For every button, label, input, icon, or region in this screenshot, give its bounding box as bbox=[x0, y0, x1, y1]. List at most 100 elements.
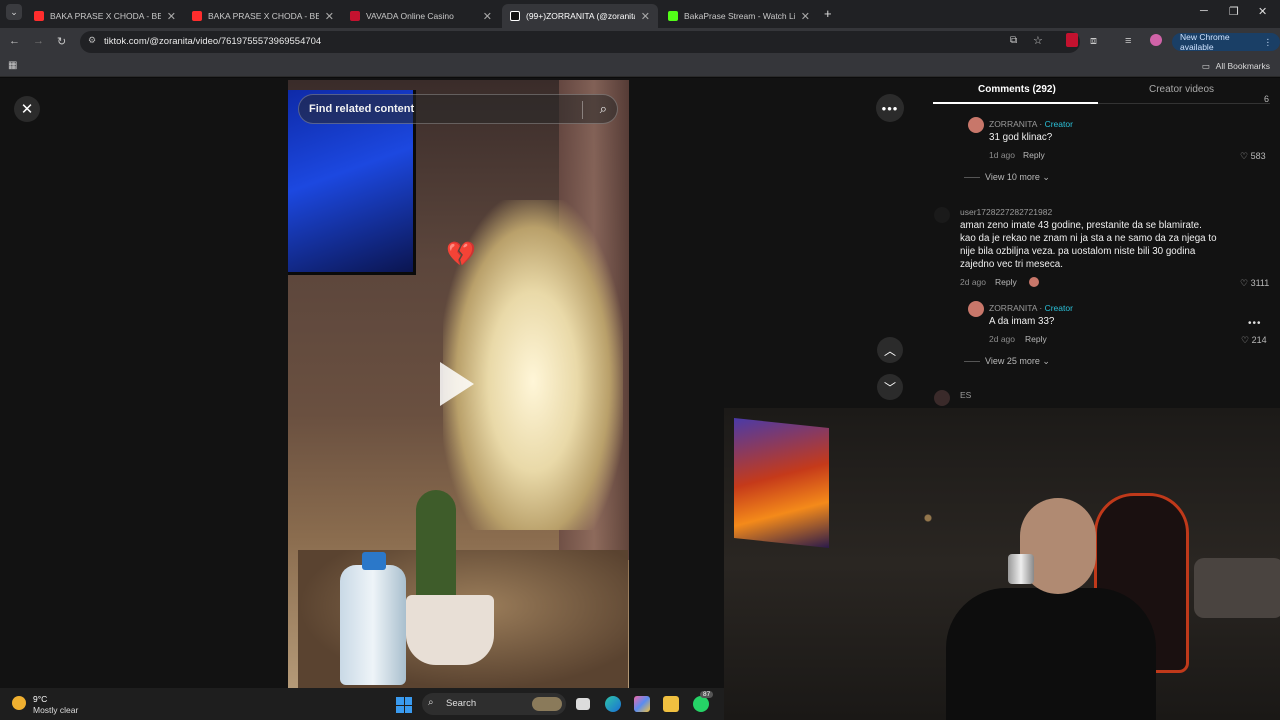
close-tab-icon[interactable]: ✕ bbox=[325, 10, 334, 23]
play-icon[interactable] bbox=[440, 362, 474, 406]
weather-temperature[interactable]: 9°C bbox=[33, 694, 47, 704]
browser-toolbar: ← → ↻ ⚙ tiktok.com/@zoranita/video/76197… bbox=[0, 28, 1280, 56]
previous-video-button[interactable]: ︿ bbox=[877, 337, 903, 363]
youtube-icon bbox=[192, 11, 202, 21]
close-tab-icon[interactable]: ✕ bbox=[801, 10, 810, 23]
comment-username[interactable]: ES bbox=[960, 390, 971, 400]
minimize-icon[interactable]: ─ bbox=[1200, 5, 1208, 17]
apps-grid-icon[interactable]: ▦ bbox=[8, 60, 17, 71]
taskbar-search[interactable]: ⌕ Search bbox=[422, 693, 566, 715]
comment-username[interactable]: user1728227282721982 bbox=[960, 207, 1052, 217]
forward-icon[interactable]: → bbox=[33, 35, 44, 47]
all-bookmarks-label: All Bookmarks bbox=[1215, 61, 1270, 71]
avatar[interactable] bbox=[968, 301, 984, 317]
profile-avatar-icon[interactable] bbox=[1150, 34, 1162, 46]
reply-button[interactable]: Reply bbox=[995, 277, 1017, 287]
avatar[interactable] bbox=[968, 117, 984, 133]
task-view-icon[interactable] bbox=[576, 698, 590, 710]
close-window-icon[interactable]: ✕ bbox=[1258, 5, 1267, 18]
next-video-button[interactable]: ﹀ bbox=[877, 374, 903, 400]
find-related-content-search[interactable]: Find related content ⌕ bbox=[298, 94, 618, 124]
view-more-line bbox=[964, 177, 980, 178]
browser-tab-1[interactable]: BAKA PRASE X CHODA - BETMI ✕ bbox=[26, 4, 184, 28]
search-placeholder: Find related content bbox=[309, 103, 415, 115]
comment-username[interactable]: ZORRANITA · Creator bbox=[989, 303, 1073, 313]
more-options-button[interactable]: ••• bbox=[876, 94, 904, 122]
webcam-scene-sofa bbox=[1194, 558, 1280, 618]
restore-icon[interactable]: ❐ bbox=[1229, 5, 1239, 18]
browser-tab-2[interactable]: BAKA PRASE X CHODA - BETMI ✕ bbox=[184, 4, 342, 28]
vavada-icon bbox=[350, 11, 360, 21]
address-bar[interactable]: ⚙ tiktok.com/@zoranita/video/76197555739… bbox=[80, 31, 1080, 53]
like-button[interactable]: ♡ 3111 bbox=[1240, 278, 1269, 289]
streamer-webcam bbox=[724, 408, 1280, 720]
tab-comments[interactable]: Comments (292) bbox=[978, 84, 1056, 95]
extensions-puzzle-icon[interactable]: ⧈ bbox=[1090, 35, 1097, 48]
windows-taskbar: 9°C Mostly clear ⌕ Search 87 bbox=[0, 688, 724, 720]
avatar[interactable] bbox=[934, 390, 950, 406]
tab-title: BakaPrase Stream - Watch Live bbox=[684, 11, 795, 21]
comment-text-line: kao da je rekao ne znam ni ja sta a ne s… bbox=[960, 233, 1217, 244]
view-more-replies-button[interactable]: View 10 more ⌄ bbox=[985, 172, 1050, 183]
creator-liked-avatar-icon bbox=[1029, 277, 1039, 287]
comment-text-line: aman zeno imate 43 godine, prestanite da… bbox=[960, 220, 1202, 231]
copilot-icon[interactable] bbox=[634, 696, 650, 712]
new-tab-icon[interactable]: + bbox=[824, 6, 832, 21]
all-bookmarks-link[interactable]: ▭ All Bookmarks bbox=[1202, 61, 1270, 72]
whatsapp-icon[interactable] bbox=[693, 696, 709, 712]
video-scene-bottle-cap bbox=[362, 552, 386, 570]
windows-start-icon[interactable] bbox=[396, 697, 412, 713]
avatar[interactable] bbox=[934, 207, 950, 223]
bookmark-star-icon[interactable]: ☆ bbox=[1033, 34, 1043, 47]
browser-tab-strip: ⌄ BAKA PRASE X CHODA - BETMI ✕ BAKA PRAS… bbox=[0, 0, 1280, 28]
like-button[interactable]: ♡ 214 bbox=[1241, 335, 1267, 346]
browser-tab-5[interactable]: BakaPrase Stream - Watch Live ✕ bbox=[660, 4, 818, 28]
broken-heart-emoji: 💔 bbox=[446, 241, 476, 268]
tab-divider bbox=[1098, 103, 1270, 104]
chevron-down-icon: ﹀ bbox=[883, 380, 896, 395]
video-scene-cactus bbox=[416, 490, 456, 610]
close-tab-icon[interactable]: ✕ bbox=[641, 10, 650, 23]
browser-tab-3[interactable]: VAVADA Online Casino ✕ bbox=[342, 4, 500, 28]
folder-icon: ▭ bbox=[1201, 61, 1210, 71]
whatsapp-badge: 87 bbox=[700, 691, 714, 698]
comment-time: 2d ago bbox=[989, 334, 1015, 344]
close-tab-icon[interactable]: ✕ bbox=[483, 10, 492, 23]
webcam-scene-person bbox=[946, 588, 1156, 720]
tab-list-dropdown-icon[interactable]: ⌄ bbox=[6, 4, 22, 20]
comment-more-icon[interactable]: ••• bbox=[1248, 318, 1262, 329]
active-tab-underline bbox=[933, 102, 1098, 104]
search-icon[interactable]: ⌕ bbox=[600, 101, 607, 117]
reload-icon[interactable]: ↻ bbox=[57, 35, 66, 48]
site-info-icon[interactable]: ⚙ bbox=[88, 35, 96, 46]
tab-creator-videos[interactable]: Creator videos bbox=[1149, 84, 1214, 95]
comment-username[interactable]: ZORRANITA · Creator bbox=[989, 119, 1073, 129]
close-tab-icon[interactable]: ✕ bbox=[167, 10, 176, 23]
file-explorer-icon[interactable] bbox=[663, 696, 679, 712]
install-app-icon[interactable]: ⧉ bbox=[1010, 35, 1017, 46]
reply-button[interactable]: Reply bbox=[1025, 334, 1047, 344]
browser-tab-4-active[interactable]: (99+)ZORRANITA (@zoranita) | ✕ bbox=[502, 4, 658, 28]
tab-title: BAKA PRASE X CHODA - BETMI bbox=[50, 11, 161, 21]
tab-title: VAVADA Online Casino bbox=[366, 11, 454, 21]
weather-icon[interactable] bbox=[12, 696, 26, 710]
view-more-replies-button[interactable]: View 25 more ⌄ bbox=[985, 356, 1050, 367]
comment-time: 2d ago bbox=[960, 277, 986, 287]
url-text[interactable]: tiktok.com/@zoranita/video/7619755573969… bbox=[104, 36, 321, 47]
close-video-button[interactable]: ✕ bbox=[14, 96, 40, 122]
like-button[interactable]: ♡ 583 bbox=[1240, 151, 1266, 162]
new-chrome-available-button[interactable]: New Chrome available ⋮ bbox=[1172, 32, 1280, 52]
reading-list-icon[interactable]: ≡ bbox=[1125, 35, 1131, 47]
weather-description[interactable]: Mostly clear bbox=[33, 705, 78, 715]
comment-text: A da imam 33? bbox=[989, 316, 1055, 327]
back-icon[interactable]: ← bbox=[9, 35, 20, 47]
comment-text-line: nije bila ozbiljna veza. pa uostalom nis… bbox=[960, 246, 1196, 257]
reply-button[interactable]: Reply bbox=[1023, 150, 1045, 160]
extension-s-icon[interactable] bbox=[1066, 33, 1078, 47]
chevron-up-icon: ︿ bbox=[883, 343, 896, 358]
comment-text-line: zajedno vec tri meseca. bbox=[960, 259, 1063, 270]
edge-icon[interactable] bbox=[605, 696, 621, 712]
comments-panel: Comments (292) Creator videos 6 ZORRANIT… bbox=[918, 78, 1280, 408]
comment-time: 1d ago bbox=[989, 150, 1015, 160]
search-highlight-icon bbox=[532, 697, 562, 711]
